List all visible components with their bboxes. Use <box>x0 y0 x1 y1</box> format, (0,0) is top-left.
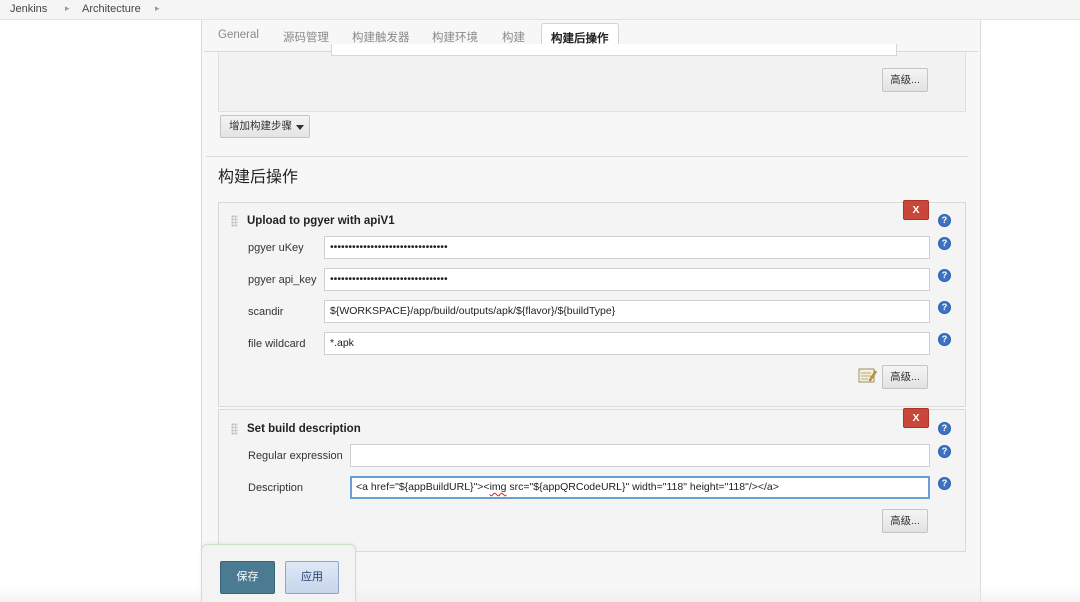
help-icon[interactable]: ? <box>938 269 951 282</box>
file-wildcard-input[interactable]: *.apk <box>324 332 930 355</box>
build-step-section <box>218 52 966 112</box>
breadcrumb-separator-icon[interactable]: ▸ <box>155 3 160 14</box>
drag-handle-icon[interactable] <box>231 423 238 435</box>
help-icon[interactable]: ? <box>938 214 951 227</box>
caret-down-icon <box>296 125 304 130</box>
add-build-step-button[interactable]: 增加构建步骤 <box>220 115 310 138</box>
tab-source-code[interactable]: 源码管理 <box>283 29 329 45</box>
apikey-label: pgyer api_key <box>248 274 317 286</box>
build-step-input[interactable] <box>331 44 897 56</box>
breadcrumb: Jenkins ▸ Architecture ▸ <box>0 0 1080 20</box>
description-input[interactable]: <a href="${appBuildURL}"><img src="${app… <box>350 476 930 499</box>
description-text-suffix: src="${appQRCodeURL}" width="118" height… <box>506 481 779 493</box>
post-build-section-title: 构建后操作 <box>218 169 299 186</box>
bottom-shadow <box>0 586 1080 602</box>
scandir-label: scandir <box>248 306 284 318</box>
delete-pgyer-button[interactable]: X <box>903 200 929 220</box>
tab-build[interactable]: 构建 <box>502 29 525 45</box>
description-misspelled-word: img <box>489 481 507 493</box>
help-icon[interactable]: ? <box>938 333 951 346</box>
help-icon[interactable]: ? <box>938 445 951 458</box>
regex-input[interactable] <box>350 444 930 467</box>
help-icon[interactable]: ? <box>938 237 951 250</box>
help-icon[interactable]: ? <box>938 477 951 490</box>
scandir-input[interactable]: ${WORKSPACE}/app/build/outputs/apk/${fla… <box>324 300 930 323</box>
section-divider <box>206 156 968 157</box>
notepad-icon[interactable] <box>858 367 877 384</box>
delete-build-description-button[interactable]: X <box>903 408 929 428</box>
apikey-input[interactable]: •••••••••••••••••••••••••••••••• <box>324 268 930 291</box>
build-description-title: Set build description <box>247 423 361 435</box>
build-advanced-button[interactable]: 高级... <box>882 68 928 92</box>
file-wildcard-label: file wildcard <box>248 338 306 350</box>
tab-build-environment[interactable]: 构建环境 <box>432 29 478 45</box>
ukey-input[interactable]: •••••••••••••••••••••••••••••••• <box>324 236 930 259</box>
breadcrumb-item-jenkins[interactable]: Jenkins <box>10 3 47 15</box>
help-icon[interactable]: ? <box>938 301 951 314</box>
tab-build-triggers[interactable]: 构建触发器 <box>352 29 410 45</box>
apply-button[interactable]: 应用 <box>285 561 339 594</box>
breadcrumb-separator-icon[interactable]: ▸ <box>65 3 70 14</box>
description-text-prefix: <a href="${appBuildURL}">< <box>356 481 490 493</box>
help-icon[interactable]: ? <box>938 422 951 435</box>
regex-label: Regular expression <box>248 450 343 462</box>
breadcrumb-item-architecture[interactable]: Architecture <box>82 3 141 15</box>
tab-general[interactable]: General <box>218 29 259 41</box>
pgyer-publisher-title: Upload to pgyer with apiV1 <box>247 215 395 227</box>
pgyer-advanced-button[interactable]: 高级... <box>882 365 928 389</box>
description-advanced-button[interactable]: 高级... <box>882 509 928 533</box>
add-build-step-label: 增加构建步骤 <box>229 120 292 132</box>
save-button[interactable]: 保存 <box>220 561 275 594</box>
drag-handle-icon[interactable] <box>231 215 238 227</box>
ukey-label: pgyer uKey <box>248 242 304 254</box>
description-label: Description <box>248 482 304 494</box>
